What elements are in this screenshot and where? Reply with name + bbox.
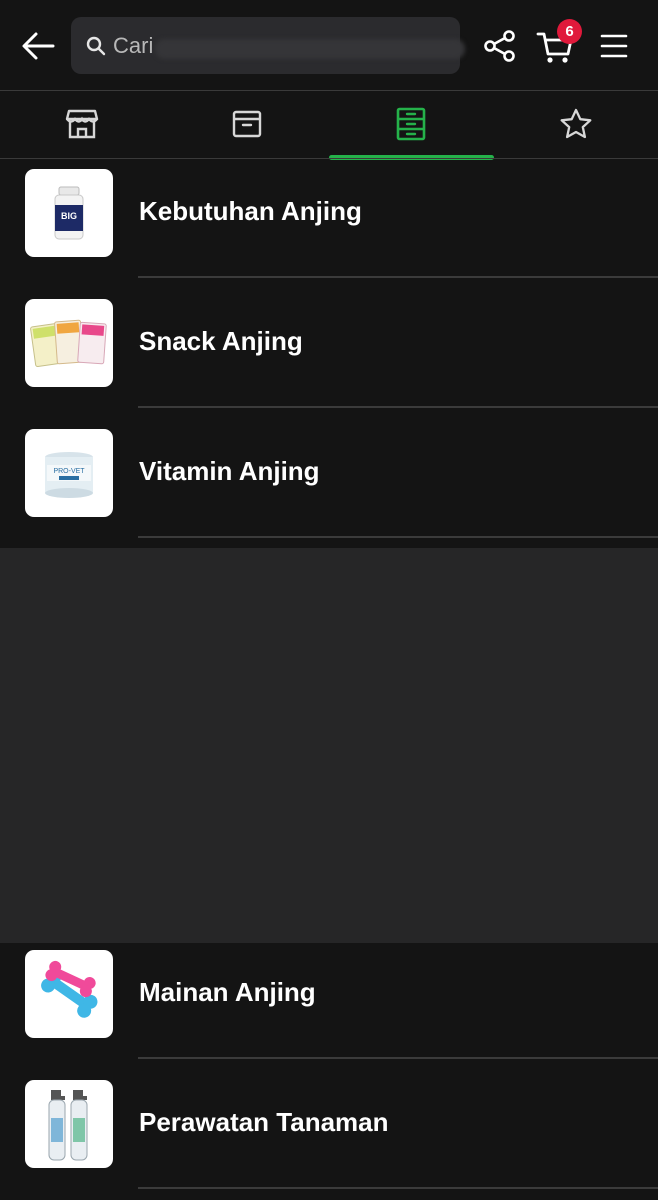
tab-products[interactable]: [165, 91, 329, 157]
category-item-perawatan-tanaman[interactable]: Perawatan Tanaman: [0, 1071, 658, 1200]
category-item-snack-anjing[interactable]: Snack Anjing: [0, 290, 658, 420]
screen: 6: [0, 0, 658, 1200]
category-label: Perawatan Tanaman: [139, 1107, 389, 1137]
redacted-search-text: [155, 39, 465, 59]
tab-categories[interactable]: [329, 91, 493, 157]
svg-text:PRO-VET: PRO-VET: [53, 468, 85, 475]
arrow-left-icon: [22, 32, 55, 60]
category-item-mainan-anjing[interactable]: Mainan Anjing: [0, 941, 658, 1071]
category-label: Snack Anjing: [139, 326, 303, 356]
list-divider: [138, 406, 658, 408]
search-bar[interactable]: [71, 17, 465, 74]
share-icon: [484, 30, 515, 62]
star-icon: [560, 108, 592, 139]
list-divider: [138, 536, 658, 538]
list-divider: [138, 1187, 658, 1189]
tab-store[interactable]: [0, 91, 164, 157]
top-app-bar: 6: [0, 0, 658, 91]
tab-favorites[interactable]: [494, 91, 658, 157]
share-button[interactable]: [480, 26, 520, 66]
vitamin-jar-image: PRO-VET: [45, 452, 93, 498]
category-thumbnail: BIG: [25, 169, 113, 257]
list-divider: [138, 276, 658, 278]
category-label: Kebutuhan Anjing: [139, 196, 362, 226]
category-thumbnail: PRO-VET: [25, 429, 113, 517]
bone-toys-image: [41, 960, 98, 1018]
menu-button[interactable]: [596, 26, 632, 66]
hamburger-menu-icon: [600, 34, 628, 58]
list-divider: [138, 1057, 658, 1059]
category-item-kebutuhan-anjing[interactable]: BIG Kebutuhan Anjing: [0, 160, 658, 290]
category-drawer-icon: [396, 107, 426, 141]
search-icon: [86, 36, 106, 56]
spray-bottles-image: [48, 1090, 88, 1161]
category-label: Vitamin Anjing: [139, 456, 320, 486]
cart-count-badge: 6: [557, 19, 582, 44]
category-thumbnail: [25, 950, 113, 1038]
store-icon: [65, 109, 99, 139]
tabs-divider: [0, 158, 658, 159]
category-label: Mainan Anjing: [139, 977, 316, 1007]
redacted-area: [0, 548, 658, 943]
supplement-bottle-image: BIG: [54, 186, 84, 240]
category-thumbnail: [25, 299, 113, 387]
svg-text:BIG: BIG: [61, 211, 77, 221]
tab-bar: [0, 91, 658, 160]
category-thumbnail: [25, 1080, 113, 1168]
category-item-vitamin-anjing[interactable]: PRO-VET Vitamin Anjing: [0, 420, 658, 550]
box-icon: [232, 110, 262, 138]
back-button[interactable]: [18, 26, 58, 66]
snack-packs-image: [30, 319, 107, 367]
